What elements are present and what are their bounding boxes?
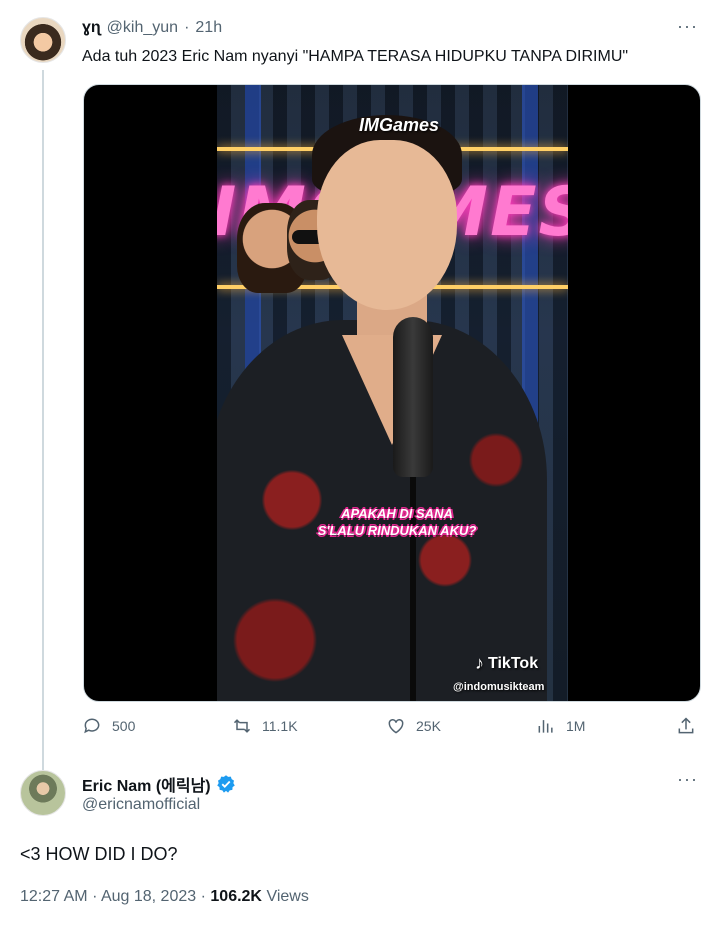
tweet2-more-icon[interactable]: ··· bbox=[677, 769, 698, 790]
tweet2-views-count: 106.2K bbox=[210, 888, 262, 905]
like-count: 25K bbox=[416, 718, 441, 734]
microphone bbox=[393, 317, 433, 477]
tweet2-name-row: Eric Nam (에릭남) bbox=[82, 772, 236, 796]
tweet1-handle[interactable]: @kih_yun bbox=[107, 19, 178, 37]
thread-connector-line bbox=[42, 70, 44, 770]
tweet1-video[interactable]: IMGAMES IMGames APAKAH DI SANA S'LALU RI… bbox=[83, 84, 701, 702]
subtitle-line-1: APAKAH DI SANA bbox=[341, 506, 453, 521]
tweet1-separator: · bbox=[184, 19, 190, 36]
imgames-watermark: IMGames bbox=[359, 115, 440, 135]
avatar-eric-nam[interactable] bbox=[20, 770, 66, 816]
tweet2-time[interactable]: 12:27 AM bbox=[20, 888, 88, 905]
singer-face bbox=[317, 140, 457, 310]
like-button[interactable]: 25K bbox=[386, 716, 441, 736]
reply-button[interactable]: 500 bbox=[82, 716, 135, 736]
tweet1-time[interactable]: 21h bbox=[195, 19, 222, 37]
tweet1-header: ɣɳ @kih_yun · 21h bbox=[82, 19, 222, 37]
tweet1-text: Ada tuh 2023 Eric Nam nyanyi "HAMPA TERA… bbox=[82, 48, 629, 65]
video-subtitle: APAKAH DI SANA S'LALU RINDUKAN AKU? bbox=[277, 505, 517, 539]
tweet2-views-label: Views bbox=[266, 888, 309, 905]
share-button[interactable] bbox=[676, 716, 696, 736]
views-icon bbox=[538, 720, 553, 733]
retweet-button[interactable]: 11.1K bbox=[232, 716, 298, 736]
like-icon bbox=[388, 718, 404, 734]
tiktok-icon: ♪ bbox=[475, 653, 484, 673]
subtitle-line-2: S'LALU RINDUKAN AKU? bbox=[317, 523, 477, 538]
tweet2-date[interactable]: Aug 18, 2023 bbox=[101, 888, 196, 905]
tweet1-more-icon[interactable]: ··· bbox=[677, 16, 698, 37]
views-count: 1M bbox=[566, 718, 586, 734]
tiktok-label: TikTok bbox=[488, 654, 539, 672]
reply-icon bbox=[84, 718, 100, 734]
tweet1-action-bar: 500 11.1K 25K 1M bbox=[82, 716, 702, 746]
tweet2-meta: 12:27 AM · Aug 18, 2023 · 106.2K Views bbox=[20, 888, 309, 906]
tweet1-display-name[interactable]: ɣɳ bbox=[82, 19, 101, 37]
share-icon bbox=[678, 717, 694, 734]
reply-count: 500 bbox=[112, 718, 136, 734]
retweet-count: 11.1K bbox=[262, 718, 298, 734]
tweet2-separator: · bbox=[200, 888, 206, 905]
tweet2-text: <3 HOW DID I DO? bbox=[20, 844, 178, 864]
tweet2-display-name[interactable]: Eric Nam (에릭남) bbox=[82, 772, 211, 796]
views-button[interactable]: 1M bbox=[536, 716, 585, 736]
verified-badge-icon bbox=[216, 775, 235, 793]
tiktok-handle: @indomusikteam bbox=[453, 681, 545, 693]
tweet2-separator: · bbox=[92, 888, 98, 905]
avatar-kih-yun[interactable] bbox=[20, 17, 66, 63]
retweet-icon bbox=[233, 719, 251, 733]
tweet2-handle[interactable]: @ericnamofficial bbox=[82, 796, 200, 814]
video-frame: IMGAMES IMGames APAKAH DI SANA S'LALU RI… bbox=[217, 85, 568, 701]
tiktok-logo: ♪ TikTok bbox=[475, 653, 538, 674]
